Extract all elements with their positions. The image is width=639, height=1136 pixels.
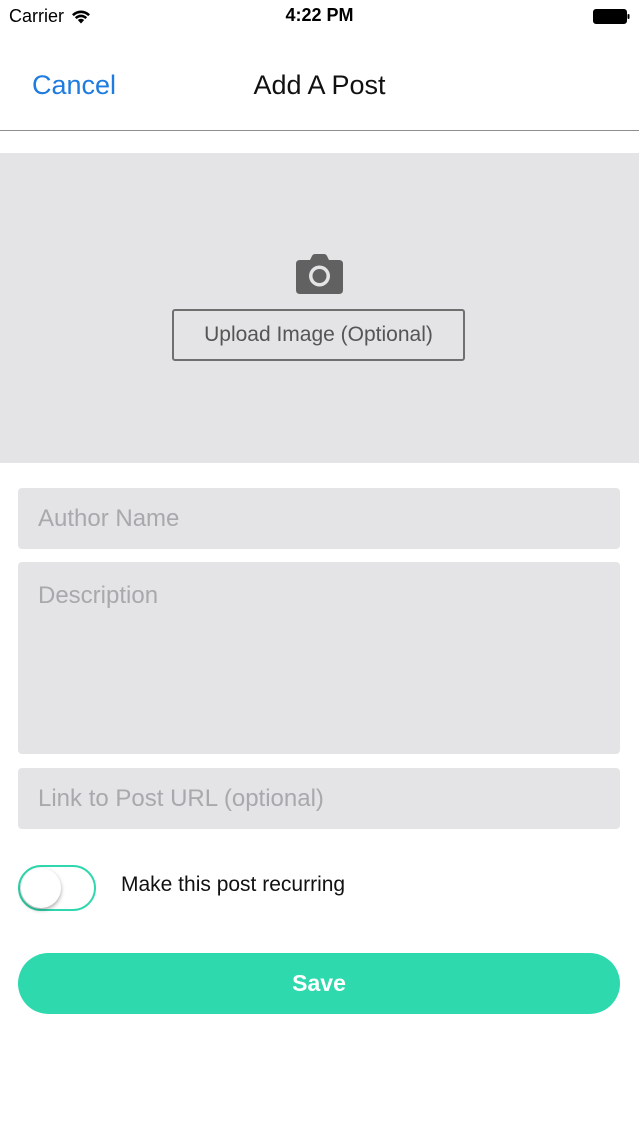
camera-icon <box>296 254 343 294</box>
status-bar: Carrier 4:22 PM <box>0 0 639 34</box>
description-field[interactable]: Description <box>18 562 620 754</box>
post-url-field[interactable]: Link to Post URL (optional) <box>18 768 620 829</box>
upload-image-button[interactable]: Upload Image (Optional) <box>172 309 465 361</box>
battery-icon <box>593 9 630 24</box>
toggle-knob <box>21 868 61 908</box>
status-time: 4:22 PM <box>285 5 354 25</box>
image-upload-area <box>0 153 639 463</box>
page-title: Add A Post <box>253 70 386 100</box>
recurring-toggle[interactable] <box>18 865 96 911</box>
navigation-bar: Cancel Add A Post <box>0 34 639 131</box>
author-name-field[interactable]: Author Name <box>18 488 620 549</box>
recurring-label: Make this post recurring <box>121 873 346 896</box>
save-button[interactable]: Save <box>18 953 620 1014</box>
